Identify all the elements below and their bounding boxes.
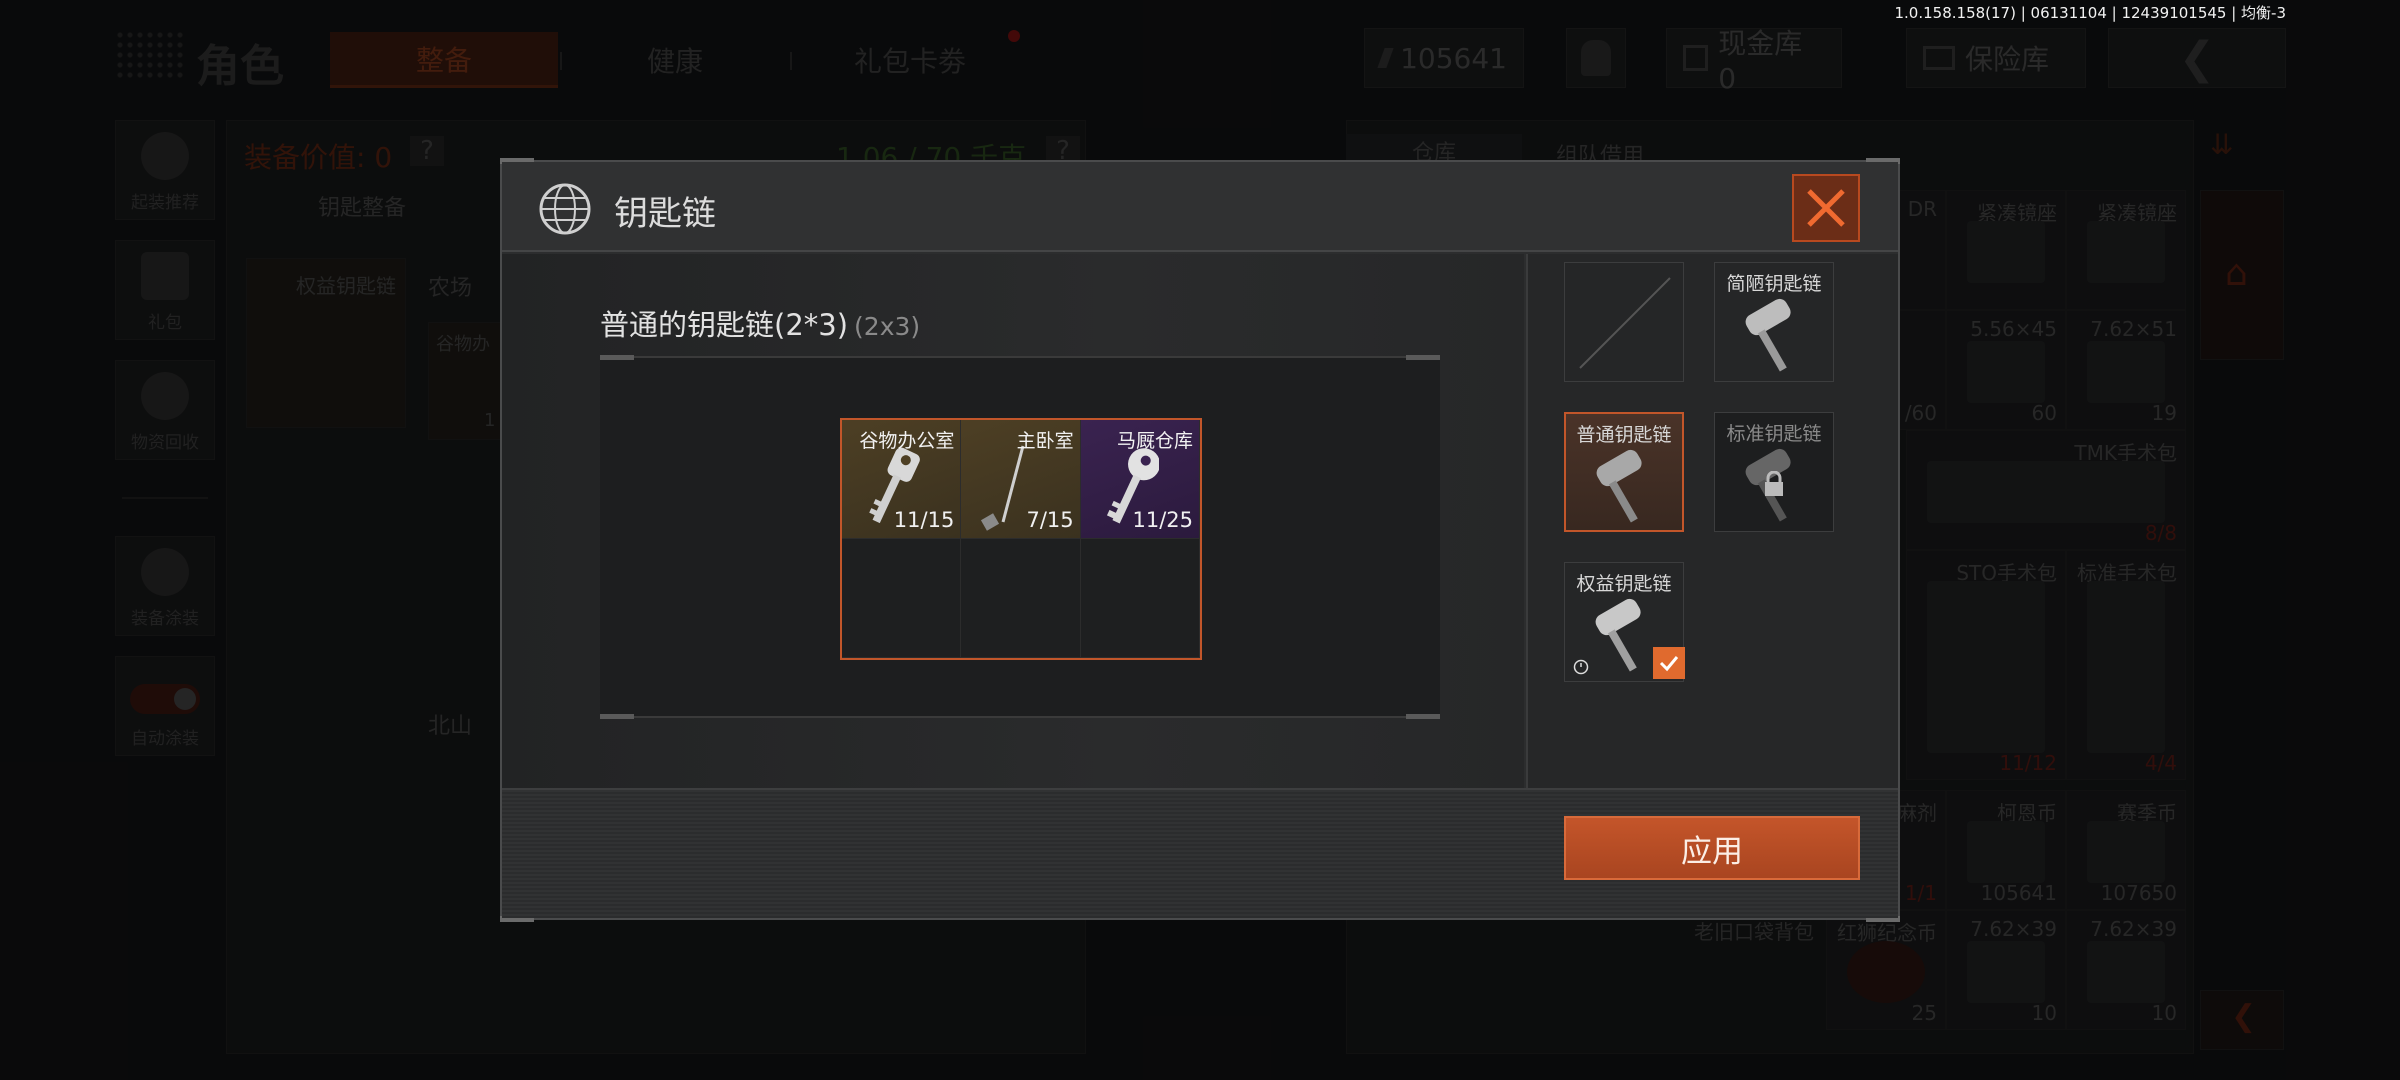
key-uses: 11/15 <box>893 508 955 532</box>
key-slot-grid: 谷物办公室 11/15 主卧室 7/15 马厩仓库 11/25 <box>840 418 1202 660</box>
keychain-option-label: 简陋钥匙链 <box>1726 273 1822 295</box>
keychain-option-normal[interactable]: 普通钥匙链 <box>1564 412 1684 532</box>
keychain-name: 普通的钥匙链(2*3) (2x3) <box>600 302 920 344</box>
keychain-option-basic[interactable]: 简陋钥匙链 <box>1714 262 1834 382</box>
key-slot[interactable]: 谷物办公室 11/15 <box>842 420 962 539</box>
keychain-option-label: 权益钥匙链 <box>1576 573 1672 595</box>
frame-cap <box>1406 714 1440 719</box>
frame-cap <box>600 355 634 360</box>
keychain-selector: 简陋钥匙链 普通钥匙链 标准钥匙链 权益钥匙链 <box>1526 254 1898 788</box>
keychain-option-label: 标准钥匙链 <box>1726 423 1822 445</box>
dialog-title: 钥匙链 <box>614 194 716 234</box>
close-button[interactable] <box>1792 174 1860 242</box>
key-slot[interactable]: 主卧室 7/15 <box>961 420 1081 539</box>
keychain-dialog: 钥匙链 普通的钥匙链(2*3) (2x3) 谷物办公室 11/15 主卧室 7/… <box>500 158 1900 922</box>
equipped-check-icon <box>1653 647 1685 679</box>
key-slot-empty[interactable] <box>961 539 1081 658</box>
key-name: 马厩仓库 <box>1116 430 1193 452</box>
keychain-icon <box>1596 449 1642 523</box>
apply-button[interactable]: 应用 <box>1564 816 1860 880</box>
frame-cap <box>1406 355 1440 360</box>
lock-icon <box>1765 471 1783 496</box>
key-uses: 7/15 <box>1026 508 1074 532</box>
keychain-name-text: 普通的钥匙链(2*3) <box>600 308 849 342</box>
keychain-option-empty[interactable] <box>1564 262 1684 382</box>
close-icon <box>1807 189 1845 227</box>
key-slot-empty[interactable] <box>1080 539 1200 658</box>
keychain-option-label: 普通钥匙链 <box>1576 424 1672 446</box>
keychain-icon <box>1595 598 1641 672</box>
key-uses: 11/25 <box>1132 508 1193 532</box>
keychain-size: (2x3) <box>854 312 921 341</box>
keychain-option-premium[interactable]: 权益钥匙链 <box>1564 562 1685 682</box>
dialog-header: 钥匙链 <box>502 162 1898 252</box>
keychain-icon <box>1745 298 1791 372</box>
key-slot[interactable]: 马厩仓库 11/25 <box>1080 420 1200 539</box>
frame-cap <box>600 714 634 719</box>
version-info: 1.0.158.158(17) | 06131104 | 12439101545… <box>1894 4 2287 22</box>
globe-icon <box>539 183 591 235</box>
key-slot-empty[interactable] <box>842 539 962 658</box>
keychain-option-standard[interactable]: 标准钥匙链 <box>1714 412 1834 532</box>
key-name: 主卧室 <box>1016 430 1074 452</box>
empty-slot-icon <box>1579 277 1671 369</box>
key-name: 谷物办公室 <box>859 430 955 452</box>
timer-icon <box>1573 659 1589 675</box>
dialog-footer: 应用 <box>502 788 1898 918</box>
